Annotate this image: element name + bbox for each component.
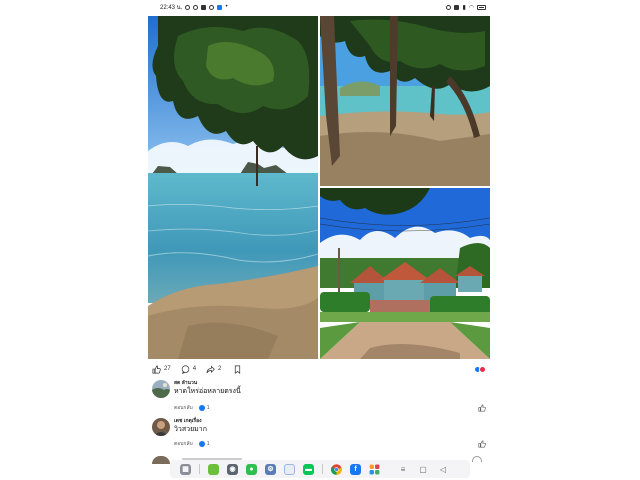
status-bar-right: ▮ ◠ [446,4,490,11]
chrome-app-icon[interactable] [331,463,342,475]
status-bar-left: 22:43 น. • [148,2,228,12]
sea-with-tree-photo[interactable] [148,16,318,359]
comment-like-count: 1 [198,441,210,447]
speech-bubble-icon [181,364,189,374]
reply-button[interactable]: ตอบกลับ [174,404,193,412]
facebook-app-icon[interactable]: f [350,463,361,475]
wifi-icon: ◠ [468,4,474,11]
comment-like-button[interactable] [478,440,486,448]
comment-text: หาดใหร่อ่อหลายตรงนี้ [174,388,241,395]
facebook-notification-icon [217,4,223,10]
battery-icon [477,4,486,10]
app-notification-icon [209,4,215,10]
chrome-logo-icon [331,463,342,475]
recent-apps-icon[interactable] [369,463,380,475]
more-notifications-icon: • [225,4,228,10]
signal-icon: ▮ [462,4,466,11]
beach-shade-photo[interactable] [320,16,490,186]
like-count: 27 [164,366,171,372]
thumbs-up-icon [152,365,161,373]
avatar[interactable] [152,418,170,436]
app-drawer-icon[interactable]: ▦ [180,463,191,475]
recent-apps-grid-icon [369,464,380,474]
status-bar: 22:43 น. • ▮ ◠ [148,0,490,14]
avatar[interactable] [152,380,170,398]
comment-likes: 1 [206,441,210,447]
avatar-image [152,380,170,398]
share-count: 2 [218,366,222,372]
settings-app-icon[interactable]: ⚙ [265,463,276,475]
clock: 22:43 น. [160,5,183,11]
resort-house-photo[interactable] [320,188,490,359]
comment-likes: 1 [206,405,210,411]
gallery-app-icon[interactable] [208,463,219,475]
comment-meta: ตอบกลับ 1 [174,440,209,448]
camera-app-icon[interactable]: ◉ [227,463,238,475]
comment-text: วิวสวยมาก [174,426,207,433]
line-app-icon[interactable]: ▬ [303,463,314,475]
post-action-bar: 27 4 2 [152,362,486,376]
comment-like-count: 1 [198,405,210,411]
bookmark-icon [235,365,241,374]
comment-meta: ตอบกลับ 1 [174,404,209,412]
chrome-notification-icon [193,4,199,10]
menu-nav-icon[interactable]: ≡ [398,465,408,474]
avatar[interactable] [152,456,170,464]
comment-button[interactable]: 4 [181,364,197,374]
reaction-summary[interactable] [474,365,486,373]
whatsapp-app-icon[interactable]: ● [246,463,257,475]
share-button[interactable]: 2 [206,364,222,374]
like-reaction-icon [198,441,205,447]
comment-bubble: เดช เกตุเรื่อง วิวสวยมาก [174,418,474,434]
taskbar-divider [199,464,200,474]
sea-with-tree-image [148,16,318,359]
avatar-image [152,418,170,436]
messenger-notification-icon [185,4,191,10]
home-nav-icon[interactable]: ▢ [418,465,428,474]
taskbar-divider [322,464,323,474]
save-button[interactable] [233,365,242,374]
reply-button[interactable]: ตอบกลับ [174,440,193,448]
browser-app-icon[interactable] [284,463,295,475]
comment-like-button[interactable] [478,404,486,412]
comment-composer-icon[interactable] [472,456,482,462]
beach-shade-image [320,16,490,186]
comment-author[interactable]: เดช เกตุเรื่อง [174,418,474,425]
like-reaction-icon [198,405,205,411]
comment-bubble: สด ลำนวน หาดใหร่อ่อหลายตรงนี้ [174,380,474,396]
like-button[interactable]: 27 [152,365,171,374]
post-photo-grid [148,16,490,359]
comment-author[interactable]: สด ลำนวน [174,380,474,387]
youtube-notification-icon [201,4,207,10]
resort-house-image [320,188,490,359]
alarm-icon [446,4,452,10]
love-reaction-icon [479,365,486,373]
vibrate-icon [454,4,460,10]
share-arrow-icon [206,364,215,373]
taskbar: ▦ ◉ ● ⚙ ▬ f ≡ ▢ ◁ [170,460,470,478]
comment-count: 4 [192,366,197,372]
screen: 22:43 น. • ▮ ◠ 27 4 2 สด ลำนวน หาดใหร่อ่… [0,0,640,480]
back-nav-icon[interactable]: ◁ [438,465,448,474]
